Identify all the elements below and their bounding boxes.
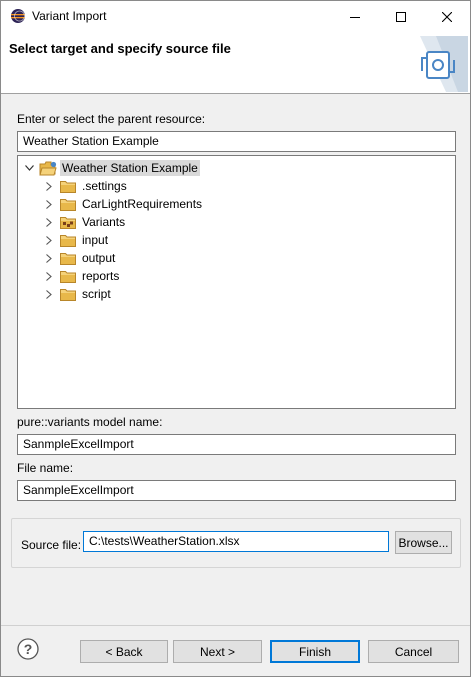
source-file-group: Source file: C:\tests\WeatherStation.xls… (11, 518, 461, 568)
maximize-button[interactable] (378, 1, 424, 32)
next-button[interactable]: Next > (173, 640, 262, 663)
svg-text:?: ? (24, 641, 33, 657)
chevron-right-icon[interactable] (43, 267, 55, 285)
tree-item-label: Variants (82, 215, 126, 229)
folder-icon (59, 195, 77, 213)
chevron-right-icon[interactable] (43, 231, 55, 249)
tree-item-label: input (82, 233, 109, 247)
file-name-field[interactable]: SanmpleExcelImport (17, 480, 456, 501)
tree-item-script[interactable]: script (43, 285, 113, 303)
chevron-down-icon[interactable] (23, 159, 35, 177)
tree-item-label: script (82, 287, 111, 301)
cancel-button[interactable]: Cancel (368, 640, 459, 663)
folder-icon (59, 231, 77, 249)
tree-item-variants[interactable]: Variants (43, 213, 127, 231)
minimize-icon (350, 16, 360, 18)
browse-button[interactable]: Browse... (395, 531, 452, 554)
title-bar[interactable]: Variant Import (1, 1, 470, 32)
folder-icon (59, 267, 77, 285)
tree-item-output[interactable]: output (43, 249, 117, 267)
variants-folder-icon (59, 213, 77, 231)
tree-item-carlightrequirements[interactable]: CarLightRequirements (43, 195, 204, 213)
folder-icon (59, 285, 77, 303)
tree-item-settings[interactable]: .settings (43, 177, 129, 195)
file-name-label: File name: (17, 461, 74, 475)
eclipse-icon (10, 8, 26, 24)
tree-item-reports[interactable]: reports (43, 267, 121, 285)
tree-item-label: reports (82, 269, 120, 283)
window-title: Variant Import (32, 9, 107, 23)
model-name-field[interactable]: SanmpleExcelImport (17, 434, 456, 455)
tree-item-label: Weather Station Example (60, 160, 200, 176)
variant-import-dialog: Variant Import Select target and specify… (0, 0, 471, 677)
source-file-field[interactable]: C:\tests\WeatherStation.xlsx (83, 531, 389, 552)
chevron-right-icon[interactable] (43, 249, 55, 267)
page-title: Select target and specify source file (9, 41, 231, 56)
resource-tree[interactable]: Weather Station Example .settings CarLig… (17, 155, 456, 409)
chevron-right-icon[interactable] (43, 177, 55, 195)
parent-resource-field[interactable]: Weather Station Example (17, 131, 456, 152)
folder-icon (59, 249, 77, 267)
open-project-folder-icon (39, 159, 57, 177)
button-bar-separator (1, 625, 470, 626)
tree-item-input[interactable]: input (43, 231, 110, 249)
chevron-right-icon[interactable] (43, 195, 55, 213)
tree-item-label: CarLightRequirements (82, 197, 203, 211)
tree-item-root[interactable]: Weather Station Example (23, 159, 200, 177)
close-icon (442, 11, 452, 22)
wizard-banner: Select target and specify source file (1, 32, 470, 94)
parent-resource-label: Enter or select the parent resource: (17, 112, 206, 126)
tree-item-label: .settings (82, 179, 127, 193)
source-file-label: Source file: (21, 538, 82, 552)
back-button[interactable]: < Back (80, 640, 168, 663)
import-wizard-icon (406, 36, 468, 92)
minimize-button[interactable] (332, 1, 378, 32)
finish-button[interactable]: Finish (270, 640, 360, 663)
chevron-right-icon[interactable] (43, 213, 55, 231)
help-icon[interactable]: ? (17, 638, 39, 660)
maximize-icon (396, 11, 406, 22)
chevron-right-icon[interactable] (43, 285, 55, 303)
tree-item-label: output (82, 251, 116, 265)
folder-icon (59, 177, 77, 195)
model-name-label: pure::variants model name: (17, 415, 163, 429)
close-button[interactable] (424, 1, 470, 32)
